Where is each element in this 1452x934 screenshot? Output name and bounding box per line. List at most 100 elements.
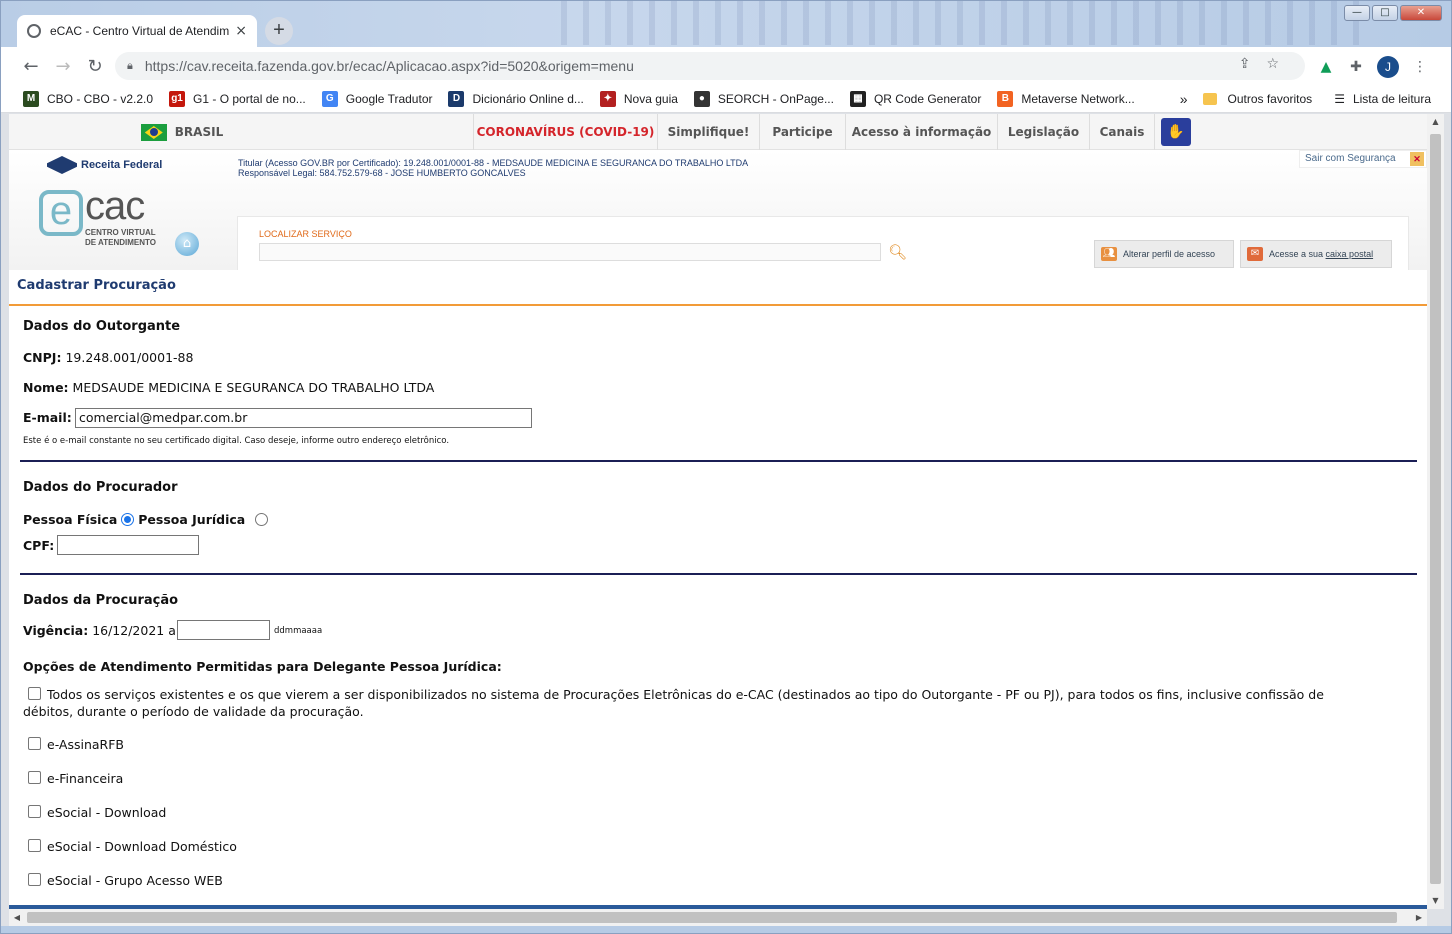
folder-icon [1203, 93, 1218, 105]
bat-icon: ✦ [599, 90, 616, 107]
brasil-label: BRASIL [174, 125, 224, 139]
minimize-button[interactable]: — [1344, 5, 1370, 21]
gov-covid-link[interactable]: CORONAVÍRUS (COVID-19) [473, 114, 657, 150]
scroll-up-arrow-icon[interactable]: ▲ [1427, 114, 1444, 130]
profile-avatar[interactable]: J [1377, 56, 1399, 78]
section-divider [20, 573, 1417, 575]
scroll-left-arrow-icon[interactable]: ◀ [9, 909, 25, 926]
envelope-icon: ✉ [1247, 247, 1263, 261]
more-bookmarks-chevron-icon[interactable]: » [1180, 91, 1188, 107]
ecac-logo: e cac CENTRO VIRTUAL DE ATENDIMENTO [39, 184, 159, 252]
share-and-star-icons[interactable]: ⇪☆ [1239, 56, 1295, 72]
cpf-field[interactable] [57, 535, 199, 555]
procuracao-heading: Dados da Procuração [23, 593, 179, 608]
maximize-button[interactable]: □ [1372, 5, 1398, 21]
option-checkbox[interactable] [28, 737, 41, 750]
service-search-input[interactable] [259, 243, 881, 261]
back-arrow-icon[interactable]: ← [15, 56, 47, 77]
browser-tab[interactable]: eCAC - Centro Virtual de Atendimento × [17, 15, 257, 47]
gov-simplifique-link[interactable]: Simplifique! [657, 114, 759, 150]
bookmark-item[interactable]: B Metaverse Network... [997, 90, 1135, 107]
pessoa-juridica-radio[interactable] [255, 513, 269, 526]
extensions-area: ▲ ✚ J ⋮ [1317, 56, 1429, 78]
blogger-icon: B [997, 90, 1014, 107]
kebab-menu-icon[interactable]: ⋮ [1411, 58, 1429, 76]
tab-close-icon[interactable]: × [235, 23, 247, 39]
new-tab-button[interactable]: + [265, 17, 293, 45]
all-services-line1: Todos os serviços existentes e os que vi… [47, 687, 1324, 702]
forward-arrow-icon[interactable]: → [47, 56, 79, 77]
options-heading: Opções de Atendimento Permitidas para De… [23, 659, 502, 674]
scroll-down-arrow-icon[interactable]: ▼ [1427, 893, 1444, 909]
responsavel-line: Responsável Legal: 584.752.579-68 - JOSE… [238, 168, 526, 178]
bookmarks-bar: M CBO - CBO - v2.2.0 g1 G1 - O portal de no… [1, 85, 1451, 113]
browser-window: eCAC - Centro Virtual de Atendimento × +… [0, 0, 1452, 934]
ecac-header: Receita Federal e cac CENTRO VIRTUAL DE A… [9, 150, 1427, 306]
receita-federal-logo: Receita Federal [47, 156, 162, 174]
url-text: https://cav.receita.fazenda.gov.br/ecac/… [144, 58, 634, 74]
google-drive-icon[interactable]: ▲ [1317, 58, 1335, 76]
home-icon[interactable]: ⌂ [175, 232, 199, 256]
email-field[interactable]: comercial@medpar.com.br [75, 408, 532, 428]
gov-participe-link[interactable]: Participe [759, 114, 845, 150]
gov-canais-link[interactable]: Canais [1089, 114, 1155, 150]
vertical-scrollbar[interactable]: ▲ ▼ [1427, 114, 1444, 909]
globe-icon [27, 24, 41, 38]
page-title: Cadastrar Procuração [17, 278, 176, 293]
mailbox-button[interactable]: ✉ Acesse a sua caixa postal [1240, 240, 1392, 268]
pessoa-fisica-label: Pessoa Física [23, 512, 118, 527]
reading-list-link[interactable]: Lista de leitura [1353, 92, 1431, 106]
close-window-button[interactable]: ✕ [1400, 5, 1442, 21]
option-label: eSocial - Download Doméstico [47, 839, 237, 854]
bookmarks-right: » Outros favoritos ☰ Lista de leitura [1180, 85, 1431, 113]
nome-value: MEDSAUDE MEDICINA E SEGURANCA DO TRABALH… [72, 380, 435, 395]
bookmark-label: QR Code Generator [873, 91, 982, 106]
horizontal-scrollbar[interactable]: ◀ ▶ [9, 909, 1427, 926]
vigencia-end-field[interactable] [177, 620, 270, 640]
gov-bar: BRASIL CORONAVÍRUS (COVID-19) Simplifiqu… [9, 114, 1427, 150]
address-bar[interactable]: 🔒︎ https://cav.receita.fazenda.gov.br/ec… [115, 52, 1305, 80]
pessoa-fisica-radio[interactable] [121, 513, 135, 526]
vlibras-accessibility-icon[interactable]: ✋ [1161, 118, 1191, 146]
bookmark-label: Dicionário Online d... [472, 91, 584, 106]
cpf-label: CPF: [23, 538, 55, 553]
pessoa-type-row: Pessoa Física Pessoa Jurídica [23, 512, 269, 527]
bookmark-item[interactable]: ▦ QR Code Generator [849, 90, 982, 107]
dictionary-icon: D [448, 90, 465, 107]
bookmark-item[interactable]: g1 G1 - O portal de no... [169, 90, 306, 107]
vertical-scroll-thumb[interactable] [1430, 134, 1441, 884]
bookmark-item[interactable]: ✦ Nova guia [599, 90, 678, 107]
bookmark-label: Metaverse Network... [1021, 91, 1135, 106]
alter-profile-button[interactable]: 👥︎ Alterar perfil de acesso [1094, 240, 1234, 268]
scroll-right-arrow-icon[interactable]: ▶ [1411, 909, 1427, 926]
bookmark-item[interactable]: M CBO - CBO - v2.2.0 [23, 90, 153, 107]
gov-acesso-informacao-link[interactable]: Acesso à informação [845, 114, 997, 150]
titular-line: Titular (Acesso GOV.BR por Certificado):… [238, 158, 749, 168]
bookmark-item[interactable]: ● SEORCH - OnPage... [693, 90, 834, 107]
option-checkbox[interactable] [28, 805, 41, 818]
translate-icon: G [321, 90, 338, 107]
reload-icon[interactable]: ↻ [79, 56, 111, 77]
main-content: Cadastrar Procuração Dados do Outorgante… [9, 270, 1427, 909]
page-viewport: BRASIL CORONAVÍRUS (COVID-19) Simplifiqu… [9, 114, 1427, 909]
brazil-flag-icon [140, 124, 167, 141]
nome-row: Nome: MEDSAUDE MEDICINA E SEGURANCA DO T… [23, 380, 435, 395]
gov-legislacao-link[interactable]: Legislação [997, 114, 1089, 150]
puzzle-extensions-icon[interactable]: ✚ [1347, 58, 1365, 76]
other-favorites-link[interactable]: Outros favoritos [1227, 92, 1312, 106]
option-checkbox[interactable] [28, 771, 41, 784]
horizontal-scroll-thumb[interactable] [27, 912, 1397, 923]
option-checkbox[interactable] [28, 873, 41, 886]
browser-toolbar: ← → ↻ 🔒︎ https://cav.receita.fazenda.gov… [1, 47, 1451, 85]
gov-brasil-link[interactable]: BRASIL [9, 114, 355, 150]
bookmark-item[interactable]: D Dicionário Online d... [448, 90, 584, 107]
option-label: e-Financeira [47, 771, 124, 786]
all-services-checkbox[interactable] [28, 687, 41, 700]
bookmark-item[interactable]: G Google Tradutor [321, 90, 432, 107]
lock-icon: 🔒︎ [127, 59, 133, 72]
bookmark-label: Nova guia [623, 91, 678, 106]
ecac-logo-e: e [39, 190, 83, 236]
option-checkbox[interactable] [28, 839, 41, 852]
logout-button[interactable]: Sair com Segurança ✕ [1299, 150, 1427, 168]
search-icon[interactable]: 🔍︎ [888, 243, 907, 261]
